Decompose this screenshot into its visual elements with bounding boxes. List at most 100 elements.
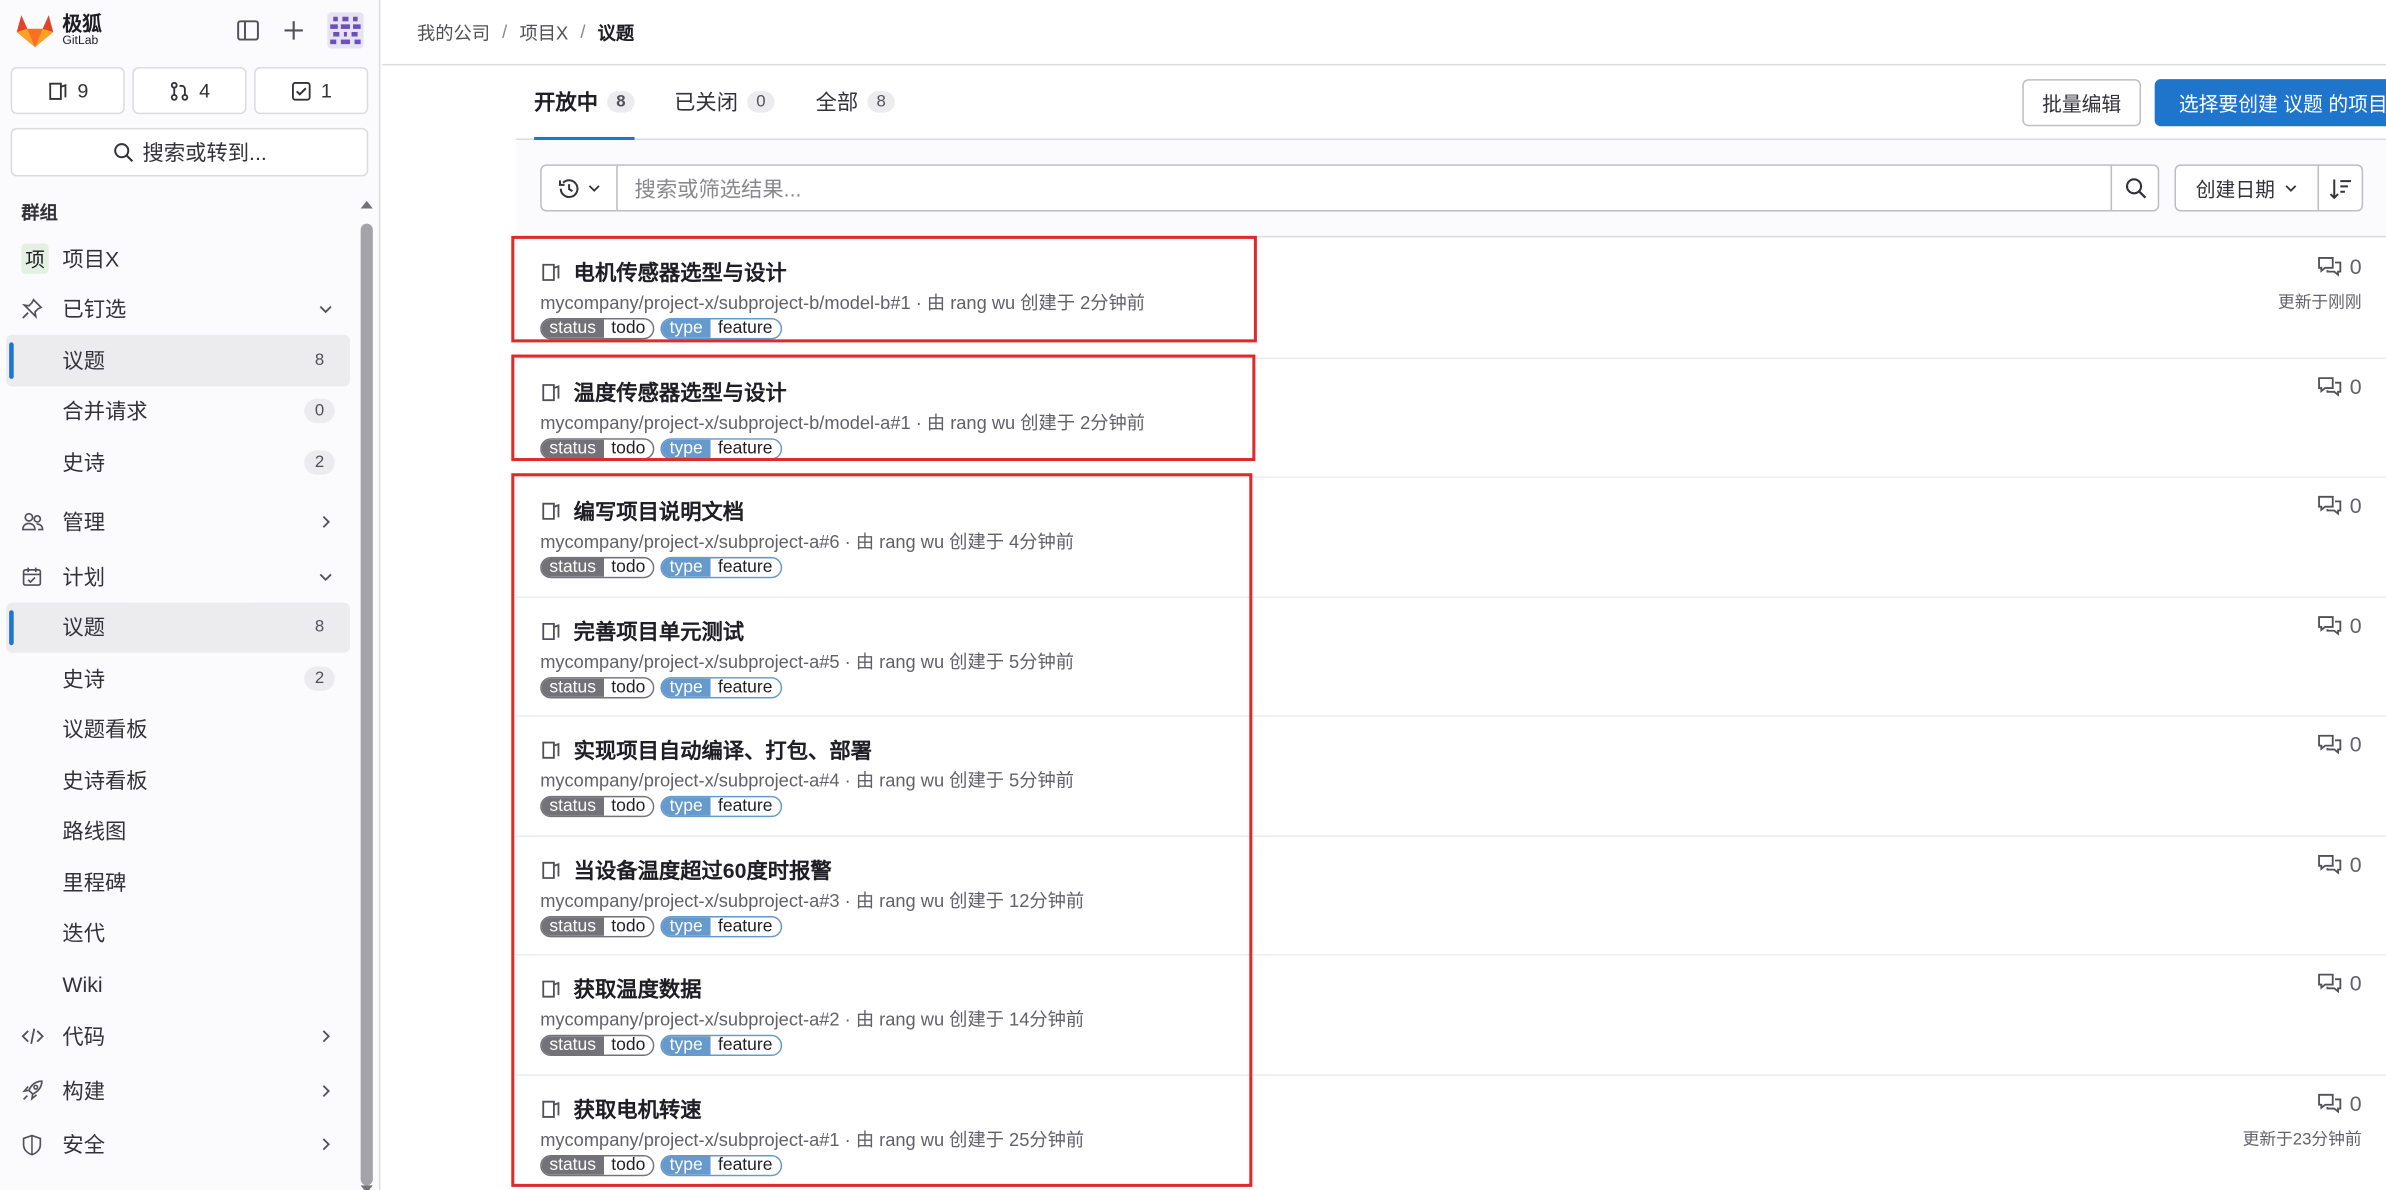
breadcrumb-company[interactable]: 我的公司 — [417, 19, 490, 45]
sidebar-section-manage[interactable]: 管理 — [0, 497, 356, 548]
scroll-thumb[interactable] — [360, 223, 373, 1186]
sidebar-item-plan-epics[interactable]: 史诗 2 — [0, 653, 356, 704]
sidebar-item-roadmap[interactable]: 路线图 — [0, 806, 356, 857]
sidebar-section-build[interactable]: 构建 — [0, 1065, 356, 1116]
status-label[interactable]: status todo — [540, 556, 655, 579]
sidebar-item-label: 代码 — [62, 1024, 105, 1049]
sidebar-section-plan[interactable]: 计划 — [0, 551, 356, 602]
issue-title[interactable]: 完善项目单元测试 — [574, 616, 744, 646]
assigned-issues-counter[interactable]: 9 — [10, 66, 125, 115]
sidebar-item-issue-boards[interactable]: 议题看板 — [0, 704, 356, 755]
breadcrumb-project[interactable]: 项目X — [519, 19, 568, 45]
status-label[interactable]: status todo — [540, 1154, 655, 1176]
create-issue-button[interactable]: 选择要创建 议题 的项目 — [2154, 79, 2386, 127]
sidebar-section-pinned[interactable]: 已钉选 — [0, 284, 356, 335]
issue-row[interactable]: 温度传感器选型与设计 mycompany/project-x/subprojec… — [515, 358, 2386, 478]
comments-count[interactable]: 0 — [2318, 254, 2362, 278]
filter-submit-button[interactable] — [2110, 164, 2160, 212]
issue-icon — [49, 82, 67, 100]
issue-row[interactable]: 电机传感器选型与设计 mycompany/project-x/subprojec… — [515, 239, 2386, 359]
plus-icon[interactable] — [282, 18, 306, 42]
issue-title[interactable]: 实现项目自动编译、打包、部署 — [574, 735, 872, 765]
todos-counter[interactable]: 1 — [254, 66, 369, 115]
issue-title[interactable]: 当设备温度超过60度时报警 — [574, 854, 832, 884]
status-label[interactable]: status todo — [540, 437, 655, 459]
sidebar-item-iterations[interactable]: 迭代 — [0, 908, 356, 959]
tab-all[interactable]: 全部 8 — [816, 65, 895, 138]
comments-count[interactable]: 0 — [2318, 493, 2362, 517]
comments-count[interactable]: 0 — [2318, 851, 2362, 876]
scroll-down-icon[interactable] — [359, 1184, 374, 1190]
breadcrumb-current[interactable]: 议题 — [598, 19, 635, 45]
recent-searches-button[interactable] — [540, 164, 618, 212]
sidebar-item-label: Wiki — [62, 971, 103, 997]
type-label[interactable]: type feature — [660, 556, 782, 579]
issue-meta: mycompany/project-x/subproject-a#5 · 由 r… — [540, 650, 1074, 672]
status-label[interactable]: status todo — [540, 915, 655, 937]
brand-logo[interactable]: 极狐 GitLab — [15, 12, 102, 49]
comments-count[interactable]: 0 — [2318, 1090, 2362, 1115]
label-key: status — [541, 439, 604, 458]
avatar[interactable] — [327, 12, 364, 49]
sidebar-item-project[interactable]: 项 项目X — [0, 233, 356, 284]
search-button[interactable]: 搜索或转到... — [10, 127, 369, 177]
comments-count[interactable]: 0 — [2318, 732, 2362, 756]
brand-name: 极狐 — [62, 12, 102, 35]
tab-open[interactable]: 开放中 8 — [534, 65, 635, 140]
tab-count: 0 — [747, 91, 775, 113]
sidebar-section-code[interactable]: 代码 — [0, 1011, 356, 1062]
sidebar-item-pinned-issues[interactable]: 议题 8 — [6, 334, 350, 386]
issue-row[interactable]: 完善项目单元测试 mycompany/project-x/subproject-… — [515, 597, 2386, 717]
toggle-sidebar-icon[interactable] — [236, 18, 260, 42]
status-label[interactable]: status todo — [540, 1034, 655, 1057]
issue-meta: mycompany/project-x/subproject-b/model-a… — [540, 411, 1146, 433]
type-label[interactable]: type feature — [660, 1034, 782, 1057]
search-icon — [113, 143, 133, 163]
issue-title[interactable]: 编写项目说明文档 — [574, 496, 744, 526]
sidebar-item-epic-boards[interactable]: 史诗看板 — [0, 755, 356, 806]
comments-count[interactable]: 0 — [2318, 612, 2362, 637]
sidebar-scrollbar[interactable] — [359, 198, 374, 1190]
type-label[interactable]: type feature — [660, 676, 782, 698]
type-label[interactable]: type feature — [660, 318, 782, 340]
sidebar-item-pinned-epics[interactable]: 史诗 2 — [0, 437, 356, 488]
status-label[interactable]: status todo — [540, 318, 655, 340]
scroll-up-icon[interactable] — [359, 198, 374, 210]
comments-count[interactable]: 0 — [2318, 374, 2362, 398]
issue-row[interactable]: 获取温度数据 mycompany/project-x/subproject-a#… — [515, 956, 2386, 1076]
sidebar-item-wiki[interactable]: Wiki — [0, 959, 356, 1010]
sort-field-dropdown[interactable]: 创建日期 — [2174, 164, 2320, 212]
issue-title[interactable]: 获取温度数据 — [574, 974, 702, 1004]
type-label[interactable]: type feature — [660, 437, 782, 459]
issue-row[interactable]: 编写项目说明文档 mycompany/project-x/subproject-… — [515, 478, 2386, 598]
type-label[interactable]: type feature — [660, 795, 782, 818]
bulk-edit-button[interactable]: 批量编辑 — [2022, 79, 2142, 127]
issue-row[interactable]: 实现项目自动编译、打包、部署 mycompany/project-x/subpr… — [515, 717, 2386, 837]
issue-title[interactable]: 电机传感器选型与设计 — [574, 257, 787, 287]
merge-requests-counter[interactable]: 4 — [132, 66, 247, 115]
sidebar-item-label: 项目X — [62, 246, 120, 271]
issue-row[interactable]: 获取电机转速 mycompany/project-x/subproject-a#… — [516, 1075, 2386, 1190]
count-badge: 0 — [304, 399, 335, 424]
sidebar-item-pinned-merge-requests[interactable]: 合并请求 0 — [0, 386, 356, 437]
issue-title[interactable]: 温度传感器选型与设计 — [574, 377, 787, 407]
calendar-icon — [22, 567, 42, 586]
issue-meta: mycompany/project-x/subproject-a#1 · 由 r… — [540, 1128, 1085, 1150]
filter-search-input[interactable]: 搜索或筛选结果... — [616, 164, 2113, 212]
sidebar-item-milestones[interactable]: 里程碑 — [0, 857, 356, 908]
issue-type-icon — [542, 741, 560, 759]
chevron-right-icon — [322, 516, 330, 529]
status-label[interactable]: status todo — [540, 676, 655, 698]
issue-row[interactable]: 当设备温度超过60度时报警 mycompany/project-x/subpro… — [515, 836, 2386, 956]
sidebar-item-plan-issues[interactable]: 议题 8 — [6, 601, 350, 653]
status-label[interactable]: status todo — [540, 795, 655, 818]
sidebar-section-security[interactable]: 安全 — [0, 1119, 356, 1170]
type-label[interactable]: type feature — [660, 915, 782, 937]
sidebar-item-label: 议题 — [62, 615, 105, 640]
type-label[interactable]: type feature — [660, 1154, 782, 1176]
sort-direction-button[interactable] — [2317, 164, 2364, 212]
issue-title[interactable]: 获取电机转速 — [574, 1093, 702, 1123]
tab-closed[interactable]: 已关闭 0 — [674, 65, 775, 138]
comments-count[interactable]: 0 — [2318, 971, 2362, 995]
merge-requests-count: 4 — [199, 79, 211, 102]
